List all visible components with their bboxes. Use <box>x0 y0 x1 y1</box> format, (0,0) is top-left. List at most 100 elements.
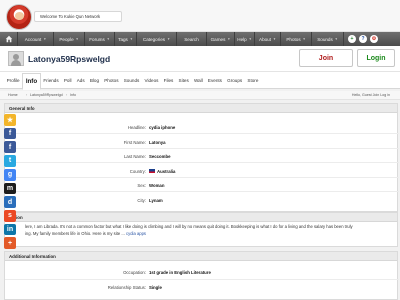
linkedin-icon[interactable]: in <box>4 223 16 236</box>
tab-wall[interactable]: Wall <box>191 72 205 89</box>
info-value: Single <box>149 285 162 290</box>
home-nav-button[interactable] <box>0 32 18 46</box>
site-header: Welcome To Kukie Qun Network <box>0 0 400 32</box>
plus-icon[interactable]: + <box>348 35 356 43</box>
main-nav: Account ▼ People ▼ Forums ▼ Tags ▼ Categorie… <box>0 32 400 46</box>
tab-blog[interactable]: Blog <box>87 72 101 89</box>
description-text: lere, I am Librada. It's not a common fa… <box>25 224 353 236</box>
row-divider <box>5 147 399 149</box>
info-label: Relationship Status: <box>107 285 146 290</box>
breadcrumb-separator: › <box>26 93 28 97</box>
dropdown-arrow-icon: ▼ <box>75 37 79 41</box>
gear-icon[interactable]: ⚙ <box>370 35 378 43</box>
breadcrumb: Home › Latonya59Rpswelgd › Info Hello, G… <box>0 91 400 100</box>
panel-title: Additional Information <box>5 252 397 261</box>
tab-store[interactable]: Store <box>245 72 261 89</box>
help-icon[interactable]: ? <box>359 35 367 43</box>
dropdown-arrow-icon: ▼ <box>129 37 133 41</box>
description-link[interactable]: cydia apps <box>126 231 146 236</box>
info-value: cydia iphone <box>149 125 176 130</box>
facebook-like-icon[interactable]: f <box>4 141 16 154</box>
nav-photos[interactable]: Photos ▼ <box>281 32 312 46</box>
breadcrumb-current: Info <box>70 93 76 97</box>
dropdown-arrow-icon: ▼ <box>227 37 231 41</box>
favorite-star-icon[interactable]: ★ <box>4 114 16 126</box>
tab-groups[interactable]: Groups <box>225 72 245 89</box>
profile-tabs: Profile Info Friends Poll Ads Blog Photos Sound… <box>0 72 400 90</box>
country-text: Australia <box>157 168 176 174</box>
dropdown-arrow-icon: ▼ <box>334 37 338 41</box>
nav-people[interactable]: People ▼ <box>54 32 85 46</box>
nav-forums[interactable]: Forums ▼ <box>85 32 115 46</box>
site-logo[interactable] <box>6 4 32 30</box>
dropdown-arrow-icon: ▼ <box>43 37 47 41</box>
tab-events[interactable]: Events <box>205 72 224 89</box>
tab-photos[interactable]: Photos <box>102 72 122 89</box>
dropdown-arrow-icon: ▼ <box>106 37 110 41</box>
info-value: Australia <box>149 169 175 174</box>
info-value: Woman <box>149 183 165 188</box>
tab-friends[interactable]: Friends <box>41 72 62 89</box>
dropdown-arrow-icon: ▼ <box>167 37 171 41</box>
panel-title: ription <box>5 213 397 222</box>
info-label: Last Name: <box>124 154 146 159</box>
dropdown-arrow-icon: ▼ <box>248 37 252 41</box>
info-value: Lynam <box>149 197 163 203</box>
tab-ads[interactable]: Ads <box>74 72 87 89</box>
facebook-icon[interactable]: f <box>4 127 16 140</box>
nav-account[interactable]: Account ▼ <box>18 32 54 46</box>
nav-sounds[interactable]: Sounds ▼ <box>312 32 344 46</box>
dropdown-arrow-icon: ▼ <box>302 37 306 41</box>
description-panel: ription lere, I am Librada. It's not a c… <box>4 212 398 247</box>
nav-categories[interactable]: Categories ▼ <box>137 32 177 46</box>
twitter-icon[interactable]: t <box>4 155 16 167</box>
row-divider <box>5 133 399 135</box>
myspace-icon[interactable]: m <box>4 182 16 195</box>
tab-sounds[interactable]: Sounds <box>121 72 142 89</box>
tab-profile[interactable]: Profile <box>4 72 22 89</box>
more-share-icon[interactable]: + <box>4 237 16 250</box>
home-icon <box>5 35 12 43</box>
row-divider <box>5 162 399 164</box>
login-button[interactable]: Login <box>357 49 395 67</box>
tab-info[interactable]: Info <box>22 72 41 90</box>
additional-info-panel: Additional Information Occupation: 1st gr… <box>4 251 399 300</box>
general-info-panel: General Info Headline: cydia iphone First … <box>4 103 399 212</box>
breadcrumb-user[interactable]: Latonya59Rpswelgd <box>30 93 63 97</box>
nav-about[interactable]: About ▼ <box>255 32 281 46</box>
tab-videos[interactable]: Videos <box>142 72 161 89</box>
profile-name[interactable]: Latonya59Rpswelgd <box>28 54 110 64</box>
delicious-icon[interactable]: d <box>4 196 16 208</box>
tab-poll[interactable]: Poll <box>61 72 74 89</box>
nav-games[interactable]: Games ▼ <box>207 32 235 46</box>
panel-title: General Info <box>5 104 397 113</box>
stumbleupon-icon[interactable]: s <box>4 209 16 222</box>
dropdown-arrow-icon: ▼ <box>273 37 276 41</box>
info-value: Seccombe <box>149 154 171 159</box>
info-label: City: <box>137 197 146 203</box>
info-label: Sex: <box>137 183 146 188</box>
row-divider <box>5 191 399 193</box>
info-label: Country: <box>129 168 146 174</box>
avatar[interactable] <box>8 51 24 66</box>
breadcrumb-home[interactable]: Home <box>8 93 18 97</box>
nav-tags[interactable]: Tags ▼ <box>115 32 137 46</box>
info-value: 1st grade in English Literature <box>149 270 211 275</box>
breadcrumb-separator: › <box>66 93 68 97</box>
info-value: Latonya <box>149 139 166 145</box>
nav-help[interactable]: Help ▼ <box>235 32 255 46</box>
welcome-banner: Welcome To Kukie Qun Network <box>34 11 122 22</box>
info-label: Headline: <box>127 125 146 130</box>
guest-login-links[interactable]: Hello, Guest Join Log in <box>352 93 390 97</box>
info-label: First Name: <box>123 139 146 145</box>
join-button[interactable]: Join <box>299 49 353 67</box>
nav-search[interactable]: Search <box>177 32 207 46</box>
flag-icon <box>149 169 155 174</box>
nav-icon-group: + ? ⚙ <box>344 32 378 46</box>
row-divider <box>5 278 399 280</box>
google-icon[interactable]: g <box>4 168 16 181</box>
row-divider <box>5 176 399 178</box>
tab-sites[interactable]: Sites <box>176 72 191 89</box>
share-sidebar: ★ f f t g m d s in + <box>4 114 18 250</box>
tab-files[interactable]: Files <box>161 72 176 89</box>
